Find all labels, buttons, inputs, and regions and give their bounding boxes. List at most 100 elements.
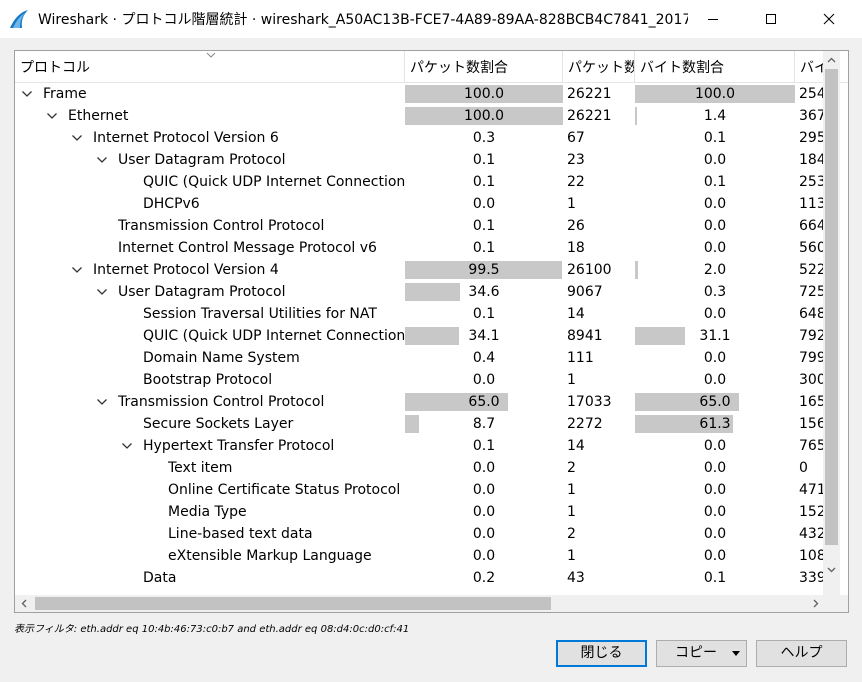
help-button[interactable]: ヘルプ <box>756 640 847 667</box>
scroll-down-button[interactable] <box>823 561 840 578</box>
close-button[interactable]: 閉じる <box>556 640 647 667</box>
protocol-cell: Secure Sockets Layer <box>15 413 405 435</box>
protocol-cell: Transmission Control Protocol <box>15 215 405 237</box>
packets-cell: 18 <box>567 240 585 256</box>
tree-row[interactable]: User Datagram Protocol 34.6 9067 0.3 7253 <box>15 281 823 303</box>
packet-pct-value: 0.4 <box>472 350 496 366</box>
packets-cell: 1 <box>567 482 576 498</box>
packet-pct-cell: 0.0 <box>405 545 563 567</box>
column-header-packet-pct[interactable]: パケット数割合 <box>405 51 563 83</box>
tree-row[interactable]: Session Traversal Utilities for NAT 0.1 14… <box>15 303 823 325</box>
chevron-down-icon <box>827 567 836 572</box>
tree-row[interactable]: QUIC (Quick UDP Internet Connections) 0.1… <box>15 171 823 193</box>
packets-cell: 1 <box>567 372 576 388</box>
byte-pct-cell: 100.0 <box>635 83 795 105</box>
tree-row[interactable]: Transmission Control Protocol 0.1 26 0.0 664 <box>15 215 823 237</box>
byte-pct-cell: 1.4 <box>635 105 795 127</box>
chevron-down-icon[interactable] <box>96 397 108 407</box>
tree-row[interactable]: Online Certificate Status Protocol 0.0 1 0.… <box>15 479 823 501</box>
packets-cell: 26221 <box>567 86 612 102</box>
byte-pct-cell: 0.0 <box>635 523 795 545</box>
tree-row[interactable]: Hypertext Transfer Protocol 0.1 14 0.0 7659 <box>15 435 823 457</box>
packet-pct-cell: 0.2 <box>405 567 563 589</box>
packet-pct-value: 100.0 <box>463 108 505 124</box>
column-header-byte-pct[interactable]: バイト数割合 <box>635 51 795 83</box>
tree-row[interactable]: Frame 100.0 26221 100.0 2548 <box>15 83 823 105</box>
packet-pct-value: 0.0 <box>472 548 496 564</box>
copy-button[interactable]: コピー <box>656 640 747 667</box>
chevron-down-icon[interactable] <box>21 89 33 99</box>
bytes-cell: 152 <box>799 504 823 520</box>
bytes-cell: 3397 <box>799 570 823 586</box>
byte-pct-value: 0.1 <box>703 130 727 146</box>
sort-chevron-icon <box>206 52 216 58</box>
byte-pct-value: 31.1 <box>699 328 731 344</box>
scroll-up-button[interactable] <box>823 51 840 68</box>
packet-pct-cell: 34.1 <box>405 325 563 347</box>
tree-row[interactable]: Internet Control Message Protocol v6 0.1 1… <box>15 237 823 259</box>
title-bar[interactable]: Wireshark · プロトコル階層統計 · wireshark_A50AC1… <box>0 0 862 38</box>
packet-pct-value: 0.3 <box>472 130 496 146</box>
tree-row[interactable]: Internet Protocol Version 4 99.5 26100 2.0 5… <box>15 259 823 281</box>
scroll-left-button[interactable] <box>15 595 32 612</box>
packet-pct-value: 0.1 <box>472 174 496 190</box>
byte-pct-cell: 0.0 <box>635 149 795 171</box>
bytes-cell: 2548 <box>799 86 823 102</box>
tree-row[interactable]: Text item 0.0 2 0.0 0 <box>15 457 823 479</box>
packet-pct-value: 0.1 <box>472 306 496 322</box>
packet-pct-value: 8.7 <box>472 416 496 432</box>
tree-row[interactable]: Internet Protocol Version 6 0.3 67 0.1 2955 <box>15 127 823 149</box>
chevron-down-icon[interactable] <box>46 111 58 121</box>
protocol-name: QUIC (Quick UDP Internet Connections) <box>143 174 405 190</box>
chevron-down-icon[interactable] <box>96 287 108 297</box>
chevron-down-icon[interactable] <box>71 265 83 275</box>
close-window-button[interactable] <box>806 0 852 38</box>
display-filter-label: 表示フィルタ: eth.addr eq 10:4b:46:73:c0:b7 an… <box>14 624 410 635</box>
tree-row[interactable]: User Datagram Protocol 0.1 23 0.0 184 <box>15 149 823 171</box>
tree-row[interactable]: QUIC (Quick UDP Internet Connections) 34.… <box>15 325 823 347</box>
vertical-scroll-thumb[interactable] <box>825 69 838 545</box>
protocol-hierarchy-tree[interactable]: プロトコル パケット数割合 パケット数 バイト数割合 バイト Frame100.… <box>14 50 849 613</box>
chevron-down-icon[interactable] <box>96 155 108 165</box>
minimize-button[interactable] <box>690 0 736 38</box>
packet-pct-value: 0.0 <box>472 504 496 520</box>
byte-pct-cell: 0.1 <box>635 567 795 589</box>
byte-pct-value: 0.0 <box>703 548 727 564</box>
packet-pct-cell: 0.1 <box>405 303 563 325</box>
maximize-button[interactable] <box>748 0 794 38</box>
chevron-right-icon <box>813 599 818 608</box>
packet-pct-cell: 0.0 <box>405 523 563 545</box>
protocol-cell: Online Certificate Status Protocol <box>15 479 405 501</box>
protocol-cell: Internet Protocol Version 4 <box>15 259 405 281</box>
packet-pct-cell: 99.5 <box>405 259 563 281</box>
packets-cell: 26 <box>567 218 585 234</box>
tree-row[interactable]: Media Type 0.0 1 0.0 152 <box>15 501 823 523</box>
byte-pct-cell: 0.0 <box>635 303 795 325</box>
protocol-cell: QUIC (Quick UDP Internet Connections) <box>15 171 405 193</box>
tree-row[interactable]: DHCPv6 0.0 1 0.0 113 <box>15 193 823 215</box>
column-header-packets[interactable]: パケット数 <box>563 51 635 83</box>
protocol-cell: Line-based text data <box>15 523 405 545</box>
tree-row[interactable]: Domain Name System 0.4 111 0.0 7996 <box>15 347 823 369</box>
tree-row[interactable]: Secure Sockets Layer 8.7 2272 61.3 1563 <box>15 413 823 435</box>
horizontal-scroll-thumb[interactable] <box>35 597 551 610</box>
tree-row[interactable]: Data 0.2 43 0.1 3397 <box>15 567 823 589</box>
packet-pct-cell: 0.0 <box>405 479 563 501</box>
bytes-cell: 560 <box>799 240 823 256</box>
vertical-scrollbar[interactable] <box>823 51 840 596</box>
copy-button-label: コピー <box>675 645 717 661</box>
tree-row[interactable]: Ethernet 100.0 26221 1.4 3670 <box>15 105 823 127</box>
tree-row[interactable]: eXtensible Markup Language 0.0 1 0.0 1089 <box>15 545 823 567</box>
scroll-right-button[interactable] <box>807 595 824 612</box>
chevron-down-icon[interactable] <box>121 441 133 451</box>
byte-pct-value: 0.0 <box>703 306 727 322</box>
packets-cell: 43 <box>567 570 585 586</box>
tree-row[interactable]: Transmission Control Protocol 65.0 17033 65… <box>15 391 823 413</box>
protocol-name: Online Certificate Status Protocol <box>168 482 401 498</box>
tree-row[interactable]: Line-based text data 0.0 2 0.0 432 <box>15 523 823 545</box>
tree-row[interactable]: Bootstrap Protocol 0.0 1 0.0 300 <box>15 369 823 391</box>
chevron-down-icon[interactable] <box>71 133 83 143</box>
protocol-name: Line-based text data <box>168 526 313 542</box>
protocol-name: Hypertext Transfer Protocol <box>143 438 335 454</box>
horizontal-scrollbar[interactable] <box>15 595 823 612</box>
